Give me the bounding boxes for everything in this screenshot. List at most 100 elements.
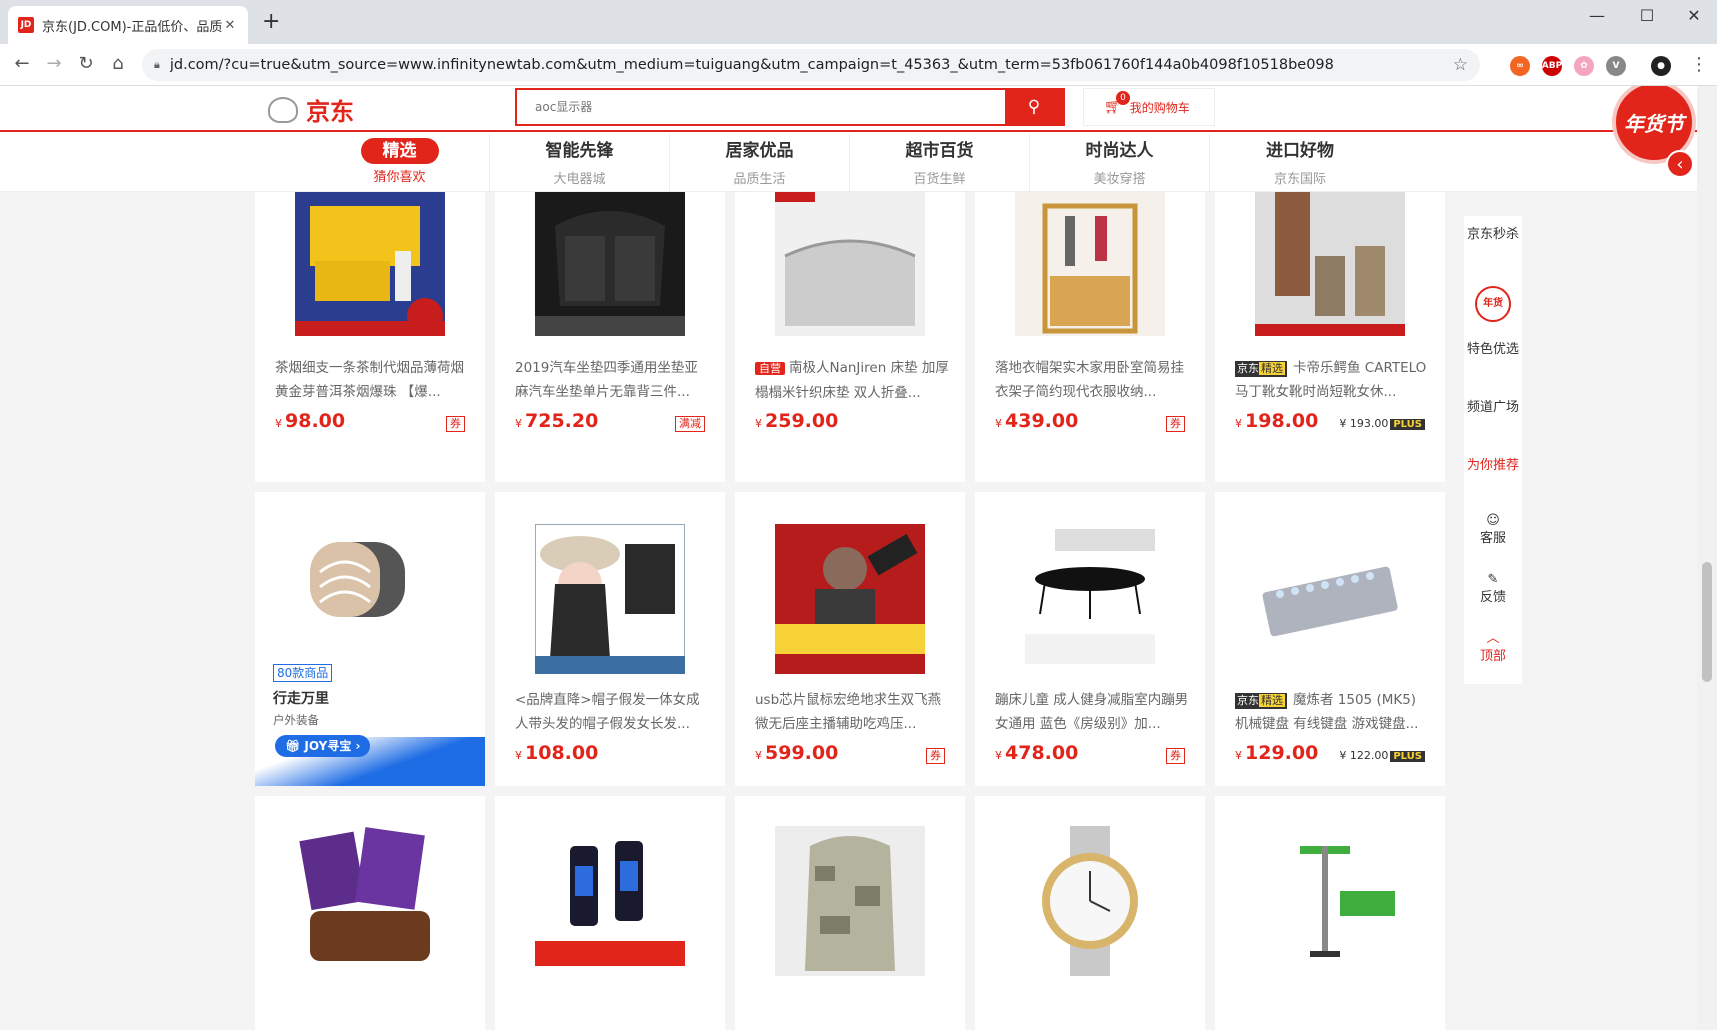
sidebar-service[interactable]: ☺ 客服 — [1464, 512, 1522, 548]
promo-subtitle: 户外装备 — [273, 713, 319, 727]
product-price: ¥98.00 — [275, 410, 346, 432]
product-name[interactable]: 落地衣帽架实木家用卧室简易挂衣架子简约现代衣服收纳... — [995, 356, 1190, 404]
coupon-tag: 券 — [926, 748, 945, 764]
sidebar-seckill[interactable]: 京东秒杀 — [1464, 226, 1522, 244]
product-card[interactable]: 自营 南极人NanJiren 床垫 加厚榻榻米针织床垫 双人折叠... ¥259.… — [735, 176, 965, 482]
product-card[interactable]: 蹦床儿童 成人健身减脂室内蹦男女通用 蓝色《房级别》加... ¥478.00 券 — [975, 492, 1205, 786]
page-scrollbar[interactable] — [1697, 86, 1717, 1030]
maximize-icon[interactable]: ☐ — [1625, 6, 1669, 25]
bookmark-star-icon[interactable]: ☆ — [1453, 55, 1468, 75]
product-image — [775, 524, 925, 674]
lock-icon: 🔒︎ — [154, 58, 160, 71]
sidebar-festival[interactable]: 年货 — [1464, 286, 1522, 322]
product-card[interactable]: 2019汽车坐垫四季通用坐垫亚麻汽车坐垫单片无靠背三件... ¥725.20 满… — [495, 176, 725, 482]
reload-icon[interactable]: ↻ — [74, 53, 98, 74]
joy-treasure-button[interactable]: 🎁︎ JOY寻宝 › — [275, 735, 371, 757]
tab-featured[interactable]: 精选 猜你喜欢 — [310, 134, 490, 192]
plus-price: ¥ 122.00 PLUS — [1339, 749, 1425, 762]
product-price: ¥439.00 — [995, 410, 1079, 432]
product-price: ¥259.00 — [755, 410, 839, 432]
tab-title: 京东(JD.COM)-正品低价、品质 — [42, 19, 222, 35]
tab-home[interactable]: 居家优品 品质生活 — [670, 134, 850, 192]
jd-selected-tag: 京东 精选 — [1235, 693, 1287, 709]
product-image — [775, 826, 925, 976]
sidebar-recommend[interactable]: 为你推荐 — [1464, 457, 1522, 475]
product-card[interactable]: 落地衣帽架实木家用卧室简易挂衣架子简约现代衣服收纳... ¥439.00 券 — [975, 176, 1205, 482]
product-name[interactable]: 京东 精选 魔炼者 1505 (MK5) 机械键盘 有线键盘 游戏键盘... — [1235, 688, 1430, 736]
search-button[interactable]: ⚲ — [1005, 90, 1063, 124]
profile-avatar[interactable]: ● — [1651, 56, 1671, 76]
forward-icon[interactable]: → — [42, 53, 66, 74]
minimize-icon[interactable]: — — [1575, 6, 1619, 25]
product-card[interactable]: 京东 精选 魔炼者 1505 (MK5) 机械键盘 有线键盘 游戏键盘... ¥12… — [1215, 492, 1445, 786]
jd-header: 京东 ⚲ 🛒︎ 0 我的购物车 精选猜你喜欢 智能先锋大电器城 居家优品品质生活… — [0, 86, 1697, 192]
browser-tab[interactable]: JD 京东(JD.COM)-正品低价、品质 ✕ — [8, 6, 248, 44]
extension-infinity-icon[interactable]: ∞ — [1510, 56, 1530, 76]
tab-fashion[interactable]: 时尚达人 美妆穿搭 — [1030, 134, 1210, 192]
sidebar-top[interactable]: ︿ 顶部 — [1464, 630, 1522, 666]
header-divider — [0, 130, 1697, 132]
extension-pink-icon[interactable]: ✿ — [1574, 56, 1594, 76]
product-card[interactable]: 京东 精选 卡帝乐鳄鱼 CARTELO 马丁靴女靴时尚短靴女休... ¥198.00… — [1215, 176, 1445, 482]
product-name[interactable]: usb芯片鼠标宏绝地求生双飞燕微无后座主播辅助吃鸡压... — [755, 688, 950, 736]
jd-page: 茶烟细支一条茶制代烟品薄荷烟黄金芽普洱茶烟爆珠 【爆... ¥98.00 券 2… — [0, 86, 1717, 1030]
search-icon: ⚲ — [1027, 97, 1041, 117]
product-name[interactable]: 京东 精选 卡帝乐鳄鱼 CARTELO 马丁靴女靴时尚短靴女休... — [1235, 356, 1430, 404]
tab-import[interactable]: 进口好物 京东国际 — [1210, 134, 1390, 192]
festival-icon: 年货 — [1475, 286, 1511, 322]
product-card[interactable] — [975, 796, 1205, 1030]
extension-vee-icon[interactable]: V — [1606, 56, 1626, 76]
promo-card[interactable]: 80款商品 行走万里 户外装备 🎁︎ JOY寻宝 › — [255, 492, 485, 786]
product-card[interactable] — [735, 796, 965, 1030]
cart-button[interactable]: 🛒︎ 0 我的购物车 — [1083, 88, 1215, 126]
product-image — [1015, 826, 1165, 976]
product-price: ¥198.00 — [1235, 410, 1319, 432]
product-image — [1255, 826, 1405, 976]
product-name[interactable]: <品牌直降>帽子假发一体女成人带头发的帽子假发女长发... — [515, 688, 710, 736]
new-tab-icon[interactable]: + — [262, 11, 280, 33]
search-input[interactable] — [517, 90, 1005, 124]
product-price: ¥725.20 — [515, 410, 599, 432]
product-card[interactable]: 茶烟细支一条茶制代烟品薄荷烟黄金芽普洱茶烟爆珠 【爆... ¥98.00 券 — [255, 176, 485, 482]
sidebar-featured[interactable]: 特色优选 — [1464, 341, 1522, 359]
product-name[interactable]: 茶烟细支一条茶制代烟品薄荷烟黄金芽普洱茶烟爆珠 【爆... — [275, 356, 470, 404]
url-field[interactable]: 🔒︎ jd.com/?cu=true&utm_source=www.infini… — [142, 49, 1480, 81]
jd-logo[interactable]: 京东 — [268, 92, 354, 127]
product-card[interactable]: <品牌直降>帽子假发一体女成人带头发的帽子假发女长发... ¥108.00 — [495, 492, 725, 786]
up-arrow-icon: ︿ — [1486, 631, 1500, 646]
product-card[interactable] — [255, 796, 485, 1030]
coupon-tag: 券 — [446, 416, 465, 432]
product-price: ¥108.00 — [515, 742, 599, 764]
right-sidebar: 京东秒杀 年货 特色优选 频道广场 为你推荐 ☺ 客服 ✎ 反馈 ︿ 顶部 — [1464, 216, 1522, 684]
scrollbar-thumb[interactable] — [1702, 562, 1712, 682]
close-window-icon[interactable]: ✕ — [1672, 6, 1716, 25]
product-card[interactable] — [495, 796, 725, 1030]
category-nav: 精选 猜你喜欢 智能先锋 大电器城 居家优品 品质生活 超市百货 百货生鲜 时尚达人 美妆… — [0, 134, 1697, 192]
tab-supermarket[interactable]: 超市百货 百货生鲜 — [850, 134, 1030, 192]
collapse-arrow-icon[interactable]: ‹ — [1666, 150, 1694, 178]
extension-adblock-icon[interactable]: ABP — [1542, 56, 1562, 76]
product-name[interactable]: 自营 南极人NanJiren 床垫 加厚榻榻米针织床垫 双人折叠... — [755, 356, 950, 404]
plus-price: ¥ 193.00 PLUS — [1339, 417, 1425, 430]
edit-icon: ✎ — [1487, 572, 1499, 587]
product-image — [1015, 186, 1165, 336]
home-icon[interactable]: ⌂ — [106, 53, 130, 74]
promo-image — [310, 542, 405, 617]
browser-tabstrip: JD 京东(JD.COM)-正品低价、品质 ✕ + — ☐ ✕ — [0, 0, 1717, 44]
gift-icon: 🎁︎ — [285, 739, 305, 753]
product-name[interactable]: 蹦床儿童 成人健身减脂室内蹦男女通用 蓝色《房级别》加... — [995, 688, 1190, 736]
sidebar-channels[interactable]: 频道广场 — [1464, 399, 1522, 417]
tab-smart[interactable]: 智能先锋 大电器城 — [490, 134, 670, 192]
product-card[interactable] — [1215, 796, 1445, 1030]
jd-favicon-icon: JD — [18, 17, 34, 33]
tab-close-icon[interactable]: ✕ — [222, 18, 238, 33]
promo-title: 行走万里 — [273, 691, 329, 707]
product-card[interactable]: usb芯片鼠标宏绝地求生双飞燕微无后座主播辅助吃鸡压... ¥599.00 券 — [735, 492, 965, 786]
product-name[interactable]: 2019汽车坐垫四季通用坐垫亚麻汽车坐垫单片无靠背三件... — [515, 356, 710, 404]
jd-selected-tag: 京东 精选 — [1235, 361, 1287, 377]
browser-menu-icon[interactable]: ⋮ — [1690, 54, 1708, 75]
promo-badge: 80款商品 — [273, 664, 333, 682]
back-icon[interactable]: ← — [10, 53, 34, 74]
sidebar-feedback[interactable]: ✎ 反馈 — [1464, 571, 1522, 607]
product-image — [535, 186, 685, 336]
